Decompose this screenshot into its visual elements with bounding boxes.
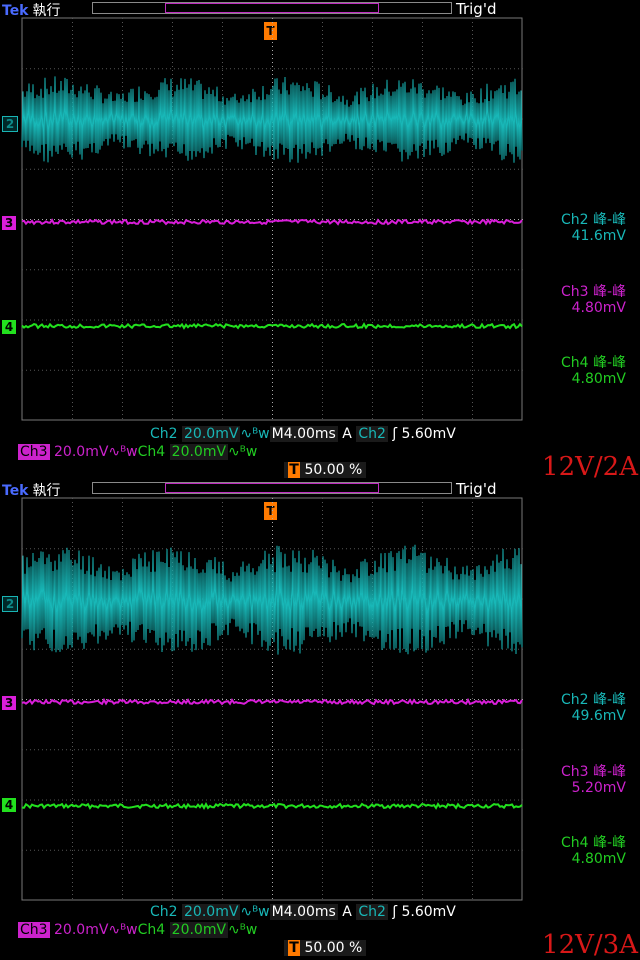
scope-capture-top: Tek 執行 Trig'd T 2 3 4 Ch2 峰-峰 41.6mV Ch3 … <box>0 0 640 480</box>
measurement-ch2-pk2pk: Ch2 峰-峰 49.6mV <box>538 692 626 724</box>
measurement-value: 41.6mV <box>571 228 626 244</box>
bandwidth-icon: ∿ᴮw <box>228 444 258 460</box>
status-line-2: Ch3 20.0mV∿ᴮwCh4 20.0mV ∿ᴮw <box>18 922 257 938</box>
trigger-level: 5.60mV <box>401 426 456 442</box>
measurement-value: 4.80mV <box>571 300 626 316</box>
ch3-level-marker[interactable]: 3 <box>2 216 16 230</box>
ch4-level-marker[interactable]: 4 <box>2 320 16 334</box>
bandwidth-icon: ∿ᴮw <box>108 444 138 460</box>
measurement-ch3-pk2pk: Ch3 峰-峰 5.20mV <box>538 764 626 796</box>
measurement-ch4-pk2pk: Ch4 峰-峰 4.80mV <box>538 835 626 867</box>
status-line-1: Ch2 20.0mV ∿ᴮw M4.00ms A Ch2 ʃ 5.60mV <box>150 904 456 920</box>
ch4-level-marker[interactable]: 4 <box>2 798 16 812</box>
status-line-2: Ch3 20.0mV∿ᴮwCh4 20.0mV ∿ᴮw <box>18 444 257 460</box>
bandwidth-icon: ∿ᴮw <box>228 922 258 938</box>
ch2-label: Ch2 <box>150 426 178 442</box>
timebase: M4.00ms <box>269 426 338 442</box>
timebase: M4.00ms <box>269 904 338 920</box>
ch3-level-marker[interactable]: 3 <box>2 696 16 710</box>
trigger-source: Ch2 <box>356 904 388 920</box>
ch2-level-marker[interactable]: 2 <box>2 596 18 612</box>
ch2-label: Ch2 <box>150 904 178 920</box>
trigger-mode: A <box>342 904 352 920</box>
ch4-waveform <box>21 322 523 330</box>
ch3-scale: 20.0mV <box>54 444 109 460</box>
measurement-label: Ch4 峰-峰 <box>560 355 626 371</box>
measurement-value: 49.6mV <box>571 708 626 724</box>
load-caption: 12V/3A <box>542 930 638 960</box>
ch2-waveform <box>21 76 523 163</box>
measurement-value: 4.80mV <box>571 851 626 867</box>
measurement-label: Ch2 峰-峰 <box>560 692 626 708</box>
ch3-waveform <box>21 697 523 706</box>
ch3-scale: 20.0mV <box>54 922 109 938</box>
rising-edge-icon: ʃ <box>392 426 398 442</box>
ch4-label: Ch4 <box>137 922 166 938</box>
measurement-ch3-pk2pk: Ch3 峰-峰 4.80mV <box>538 284 626 316</box>
trigger-mode: A <box>342 426 352 442</box>
trigger-position-readout: T 50.00 % <box>284 462 367 478</box>
ch3-waveform <box>21 218 523 226</box>
measurement-label: Ch2 峰-峰 <box>560 212 626 228</box>
measurement-label: Ch3 峰-峰 <box>560 764 626 780</box>
ch2-scale: 20.0mV <box>182 426 241 442</box>
ch4-label: Ch4 <box>137 444 166 460</box>
bandwidth-icon: ∿ᴮw <box>108 922 138 938</box>
rising-edge-icon: ʃ <box>392 904 398 920</box>
measurement-value: 5.20mV <box>571 780 626 796</box>
ch4-waveform <box>21 801 523 810</box>
trigger-position-value: 50.00 % <box>304 462 363 478</box>
measurement-label: Ch3 峰-峰 <box>560 284 626 300</box>
ch2-scale: 20.0mV <box>182 904 241 920</box>
load-caption: 12V/2A <box>542 452 638 480</box>
measurement-ch4-pk2pk: Ch4 峰-峰 4.80mV <box>538 355 626 387</box>
measurement-label: Ch4 峰-峰 <box>560 835 626 851</box>
ch4-scale: 20.0mV <box>169 444 229 460</box>
trigger-position-readout: T 50.00 % <box>284 940 367 956</box>
trigger-icon: T <box>288 940 300 956</box>
scope-capture-bottom: Tek 執行 Trig'd T 2 3 4 Ch2 峰-峰 49.6mV Ch3 … <box>0 480 640 960</box>
measurement-value: 4.80mV <box>571 371 626 387</box>
trigger-icon: T <box>288 462 300 478</box>
ch3-label: Ch3 <box>18 922 50 938</box>
trigger-position-value: 50.00 % <box>304 940 363 956</box>
ch3-label: Ch3 <box>18 444 50 460</box>
measurement-ch2-pk2pk: Ch2 峰-峰 41.6mV <box>538 212 626 244</box>
trigger-level: 5.60mV <box>401 904 456 920</box>
ch4-scale: 20.0mV <box>169 922 229 938</box>
bandwidth-icon: ∿ᴮw <box>240 426 270 442</box>
trigger-source: Ch2 <box>356 426 388 442</box>
bandwidth-icon: ∿ᴮw <box>240 904 270 920</box>
ch2-level-marker[interactable]: 2 <box>2 116 18 132</box>
status-line-1: Ch2 20.0mV ∿ᴮw M4.00ms A Ch2 ʃ 5.60mV <box>150 426 456 442</box>
